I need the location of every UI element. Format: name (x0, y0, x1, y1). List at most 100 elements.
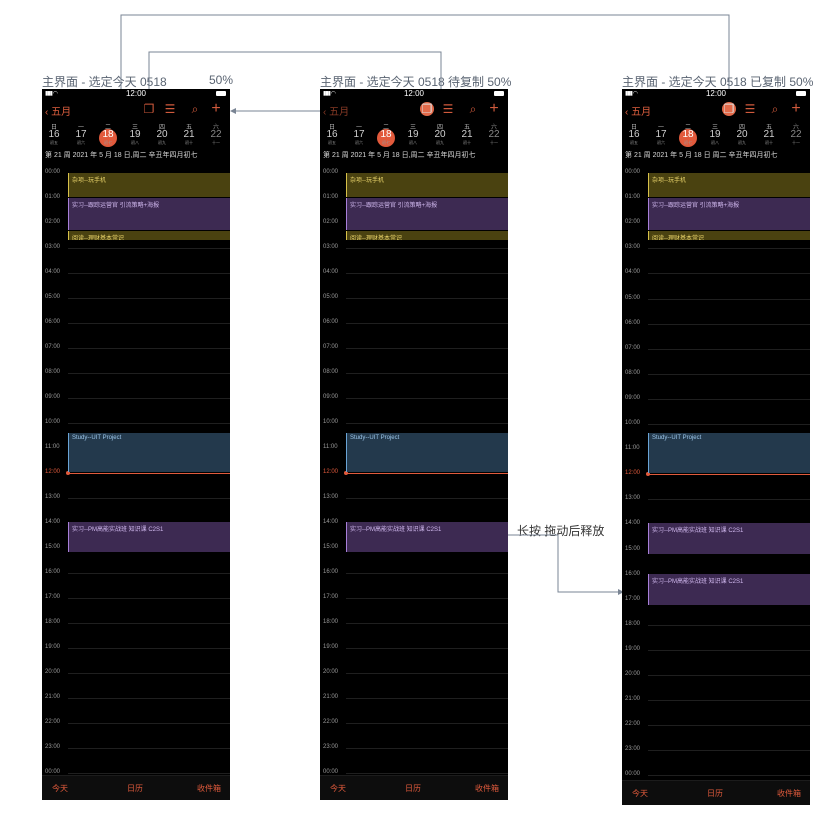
day-21[interactable]: 五 21 初十 (760, 122, 778, 146)
event-block-pending-copy[interactable]: 实习--PM高能实战班 知识课 C2S1 (346, 522, 508, 552)
hour-label: 14:00 (323, 519, 339, 525)
event-block[interactable]: Study--UIT Project (346, 433, 508, 472)
event-block[interactable]: 实习--跟踪运营官 引流策略+海报 (648, 198, 810, 230)
back-label: 五月 (329, 107, 350, 118)
hour-label: 05:00 (45, 294, 61, 300)
hour-line (648, 398, 810, 400)
tab-today[interactable]: 今天 (330, 783, 346, 794)
copy-icon-active[interactable]: ❐ (420, 102, 434, 116)
tab-calendar[interactable]: 日历 (127, 783, 143, 794)
hour-line (346, 598, 508, 599)
day-19[interactable]: 三 19 初八 (126, 122, 144, 146)
day-17[interactable]: 一 17 初六 (652, 122, 670, 146)
day-22[interactable]: 六 22 十一 (787, 122, 805, 146)
hour-line (346, 298, 508, 299)
hour-label: 16:00 (625, 570, 641, 577)
nav-bar: ‹ 五月 ❐ ☰ ⌕ + (622, 99, 810, 121)
hour-label: 13:00 (625, 495, 641, 502)
search-icon[interactable]: ⌕ (768, 102, 782, 116)
event-block[interactable]: 实习--跟踪运营官 引流策略+海报 (346, 198, 508, 230)
add-icon[interactable]: + (209, 101, 223, 117)
event-block[interactable]: 杂项--玩手机 (648, 173, 810, 197)
hour-line (346, 623, 508, 624)
day-18-selected[interactable]: 二 18 初七 (99, 122, 117, 147)
hour-label: 06:00 (45, 319, 61, 325)
list-icon[interactable]: ☰ (163, 102, 177, 116)
hour-line (648, 725, 810, 727)
hour-line (68, 598, 230, 599)
event-block[interactable]: 杂项--玩手机 (68, 173, 230, 197)
event-block[interactable]: 阅读--理财基本常识 (68, 231, 230, 240)
left-frame-title: 主界面 - 选定今天 0518 (42, 75, 167, 89)
day-16[interactable]: 日 16 初五 (45, 122, 63, 146)
tab-bar: 今天 日历 收件箱 (320, 775, 508, 800)
hour-line (346, 673, 508, 674)
copy-icon-active[interactable]: ❐ (722, 102, 736, 116)
search-icon[interactable]: ⌕ (188, 102, 202, 116)
day-16[interactable]: 日 16 初五 (625, 122, 643, 146)
hour-label: 18:00 (323, 619, 339, 625)
hour-label: 08:00 (323, 369, 339, 375)
tab-inbox[interactable]: 收件箱 (197, 783, 221, 794)
day-22[interactable]: 六 22 十一 (485, 122, 503, 146)
hour-line (346, 573, 508, 574)
day-20[interactable]: 四 20 初九 (733, 122, 751, 146)
day-21[interactable]: 五 21 初十 (458, 122, 476, 146)
tab-calendar[interactable]: 日历 (405, 783, 421, 794)
status-bar: ▮▮▮ ◠ 12:00 (622, 89, 810, 99)
day-19[interactable]: 三 19 初八 (706, 122, 724, 146)
hour-line (648, 373, 810, 375)
hour-line (68, 248, 230, 249)
day-17[interactable]: 一 17 初六 (350, 122, 368, 146)
status-time: 12:00 (705, 89, 727, 98)
day-17[interactable]: 一 17 初六 (72, 122, 90, 146)
hour-label: 05:00 (323, 294, 339, 300)
tab-inbox[interactable]: 收件箱 (475, 783, 499, 794)
day-16[interactable]: 日 16 初五 (323, 122, 341, 146)
hour-label: 23:00 (323, 744, 339, 750)
hour-label: 16:00 (323, 569, 339, 575)
event-block[interactable]: 阅读--理财基本常识 (346, 231, 508, 240)
day-18-selected[interactable]: 二 18 初七 (679, 122, 697, 147)
list-icon[interactable]: ☰ (441, 102, 455, 116)
day-18-selected[interactable]: 二 18 初七 (377, 122, 395, 147)
day-20[interactable]: 四 20 初九 (153, 122, 171, 146)
back-button[interactable]: ‹ 五月 (45, 103, 71, 118)
hour-label: 23:00 (45, 744, 61, 750)
add-icon[interactable]: + (487, 101, 501, 117)
tab-today[interactable]: 今天 (632, 788, 648, 799)
hour-line (648, 750, 810, 752)
tab-inbox[interactable]: 收件箱 (777, 788, 801, 799)
mid-frame-title: 主界面 - 选定今天 0518 待复制 50% (320, 75, 512, 89)
event-block[interactable]: Study--UIT Project (68, 433, 230, 472)
list-icon[interactable]: ☰ (743, 102, 757, 116)
day-22[interactable]: 六 22 十一 (207, 122, 225, 146)
copy-icon[interactable]: ❐ (142, 102, 156, 116)
back-label: 五月 (51, 107, 72, 118)
event-block[interactable]: 实习--PM高能实战班 知识课 C2S1 (648, 523, 810, 554)
nav-bar: ‹ 五月 ❐ ☰ ⌕ + (42, 99, 230, 121)
back-button[interactable]: ‹ 五月 (323, 103, 349, 118)
hour-line (648, 298, 810, 300)
hour-line (346, 723, 508, 724)
event-block[interactable]: 实习--PM高能实战班 知识课 C2S1 (68, 522, 230, 552)
add-icon[interactable]: + (789, 101, 803, 117)
tab-today[interactable]: 今天 (52, 783, 68, 794)
search-icon[interactable]: ⌕ (466, 102, 480, 116)
day-20[interactable]: 四 20 初九 (431, 122, 449, 146)
hour-label: 09:00 (323, 394, 339, 400)
back-button[interactable]: ‹ 五月 (625, 103, 651, 118)
hour-label: 02:00 (625, 219, 641, 226)
hour-label: 03:00 (45, 244, 61, 250)
tab-calendar[interactable]: 日历 (707, 788, 723, 799)
event-block[interactable]: 阅读--理财基本常识 (648, 231, 810, 240)
day-19[interactable]: 三 19 初八 (404, 122, 422, 146)
hour-label: 21:00 (45, 694, 61, 700)
day-21[interactable]: 五 21 初十 (180, 122, 198, 146)
event-block-copied[interactable]: 实习--PM高能实战班 知识课 C2S1 (648, 574, 810, 605)
event-block[interactable]: 杂项--玩手机 (346, 173, 508, 197)
hour-line (648, 424, 810, 425)
event-block[interactable]: Study--UIT Project (648, 433, 810, 473)
event-block[interactable]: 实习--跟踪运营官 引流策略+海报 (68, 198, 230, 230)
hour-label: 10:00 (323, 419, 339, 425)
